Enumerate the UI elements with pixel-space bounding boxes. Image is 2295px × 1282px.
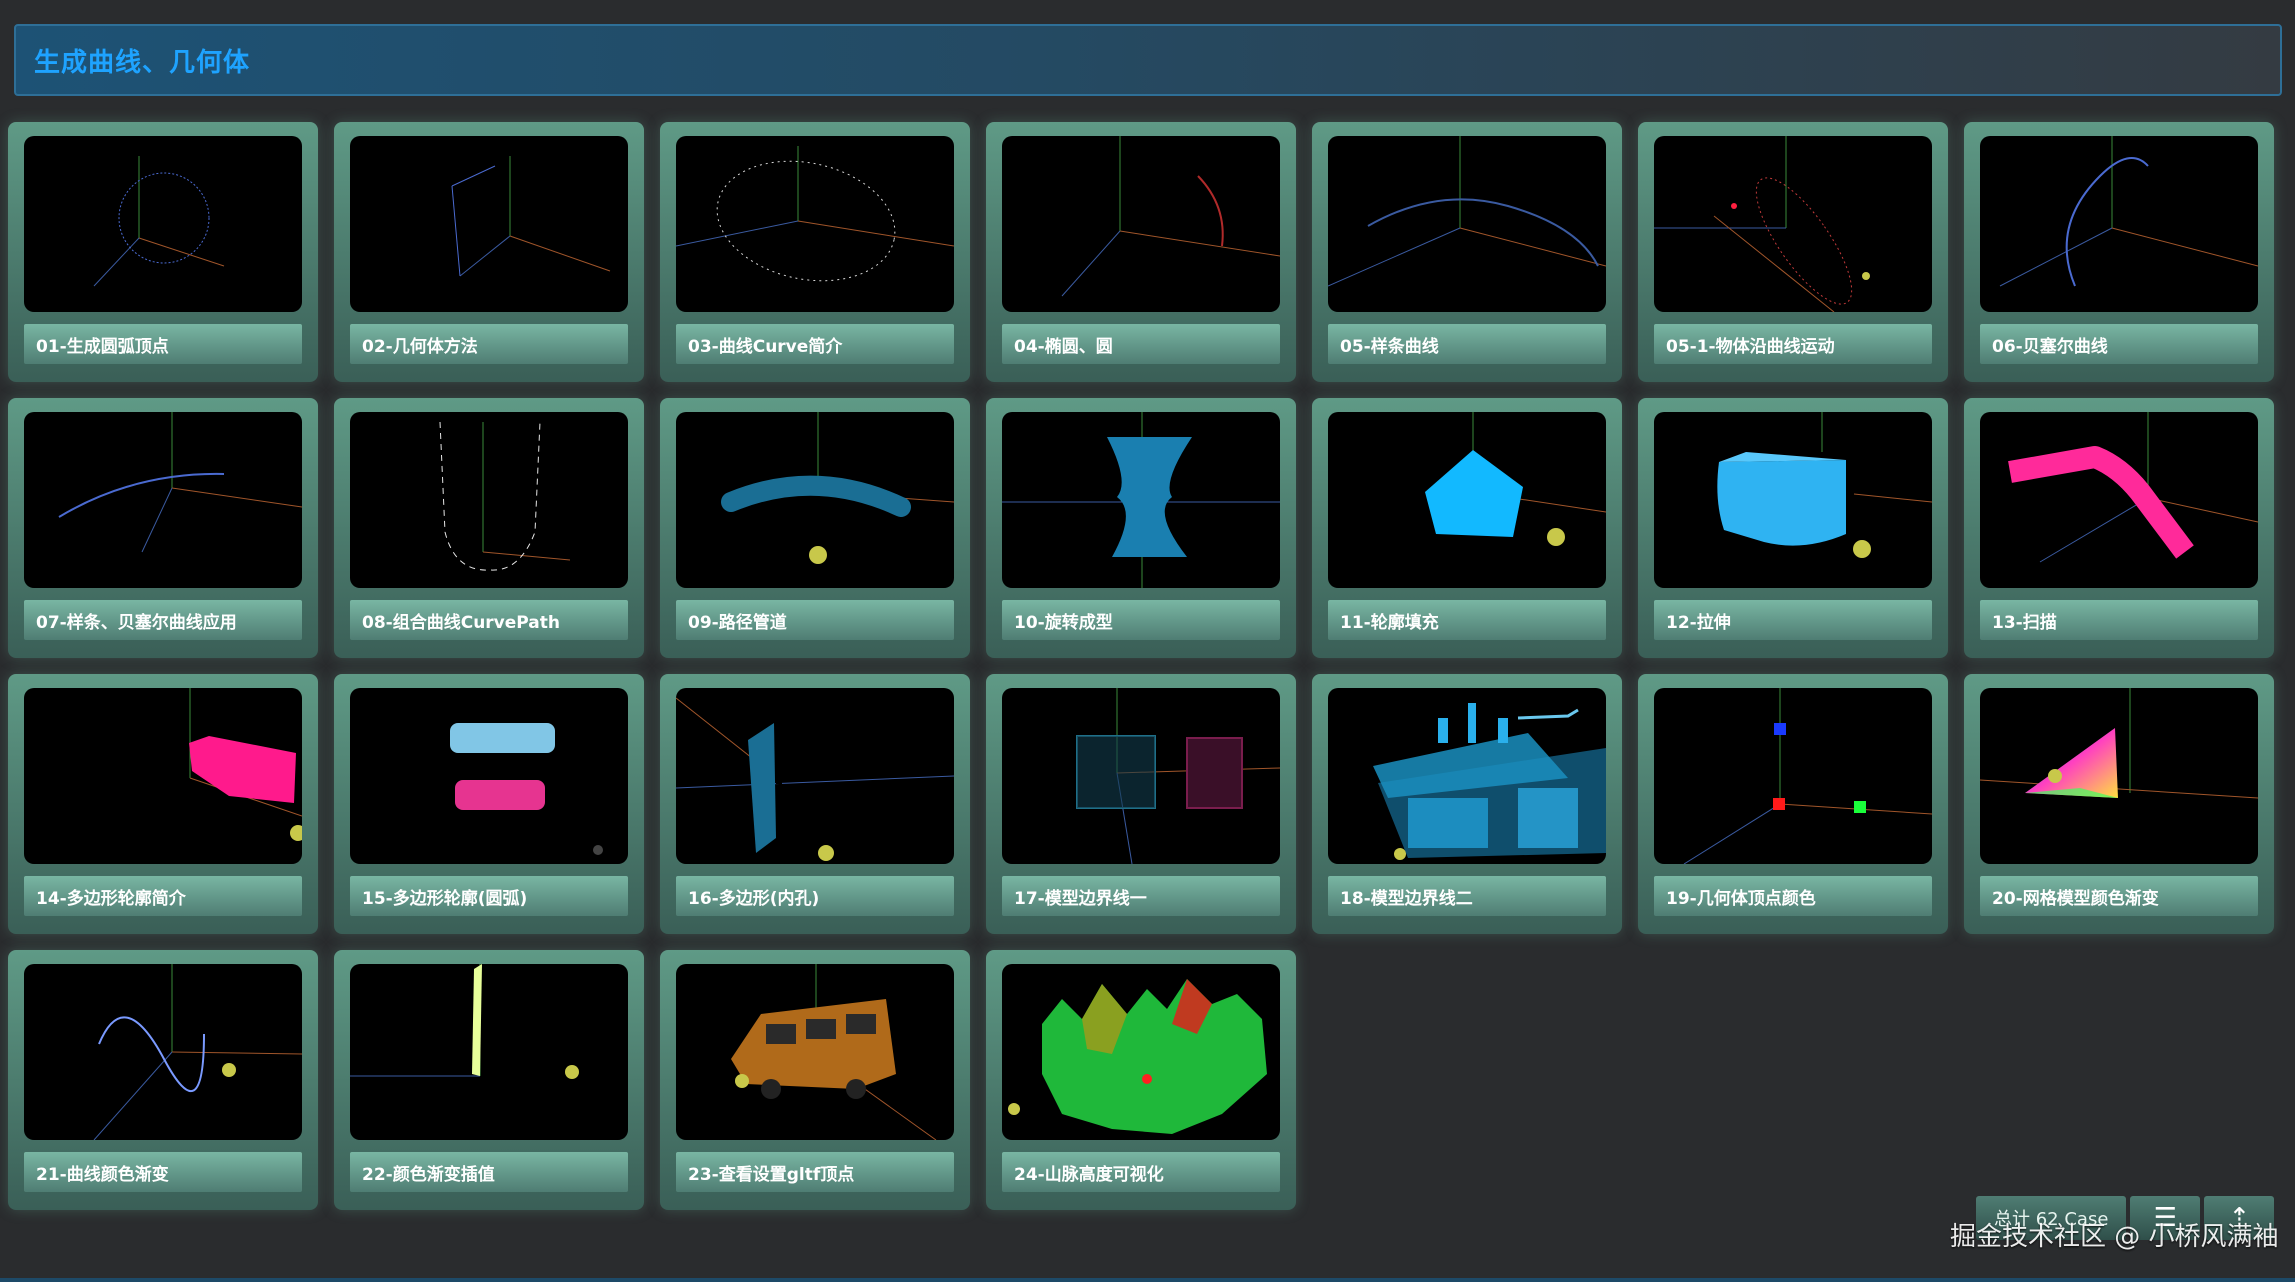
case-thumbnail — [1654, 688, 1932, 864]
case-label: 21-曲线颜色渐变 — [24, 1152, 302, 1192]
case-thumbnail — [1328, 136, 1606, 312]
case-card[interactable]: 14-多边形轮廓简介 — [8, 674, 318, 934]
case-label: 20-网格模型颜色渐变 — [1980, 876, 2258, 916]
case-thumbnail — [350, 964, 628, 1140]
case-label: 07-样条、贝塞尔曲线应用 — [24, 600, 302, 640]
case-label: 19-几何体顶点颜色 — [1654, 876, 1932, 916]
case-card[interactable]: 07-样条、贝塞尔曲线应用 — [8, 398, 318, 658]
case-card[interactable]: 12-拉伸 — [1638, 398, 1948, 658]
case-thumbnail — [1002, 136, 1280, 312]
case-thumbnail — [1002, 688, 1280, 864]
bottom-divider — [0, 1278, 2295, 1282]
case-card[interactable]: 22-颜色渐变插值 — [334, 950, 644, 1210]
case-label: 16-多边形(内孔) — [676, 876, 954, 916]
case-thumbnail — [676, 412, 954, 588]
case-label: 03-曲线Curve简介 — [676, 324, 954, 364]
case-label: 12-拉伸 — [1654, 600, 1932, 640]
case-thumbnail — [1654, 412, 1932, 588]
case-label: 05-样条曲线 — [1328, 324, 1606, 364]
case-thumbnail — [350, 412, 628, 588]
case-thumbnail — [1654, 136, 1932, 312]
case-label: 09-路径管道 — [676, 600, 954, 640]
case-card[interactable]: 05-样条曲线 — [1312, 122, 1622, 382]
case-label: 17-模型边界线一 — [1002, 876, 1280, 916]
case-label: 14-多边形轮廓简介 — [24, 876, 302, 916]
case-thumbnail — [24, 964, 302, 1140]
case-card[interactable]: 01-生成圆弧顶点 — [8, 122, 318, 382]
case-thumbnail — [24, 412, 302, 588]
case-label: 13-扫描 — [1980, 600, 2258, 640]
case-label: 23-查看设置gltf顶点 — [676, 1152, 954, 1192]
case-thumbnail — [350, 136, 628, 312]
case-label: 11-轮廓填充 — [1328, 600, 1606, 640]
case-thumbnail — [24, 688, 302, 864]
case-card[interactable]: 09-路径管道 — [660, 398, 970, 658]
case-card[interactable]: 02-几何体方法 — [334, 122, 644, 382]
case-label: 05-1-物体沿曲线运动 — [1654, 324, 1932, 364]
case-card[interactable]: 24-山脉高度可视化 — [986, 950, 1296, 1210]
case-card[interactable]: 06-贝塞尔曲线 — [1964, 122, 2274, 382]
case-thumbnail — [676, 136, 954, 312]
case-card[interactable]: 11-轮廓填充 — [1312, 398, 1622, 658]
case-card[interactable]: 05-1-物体沿曲线运动 — [1638, 122, 1948, 382]
case-label: 04-椭圆、圆 — [1002, 324, 1280, 364]
case-card[interactable]: 15-多边形轮廓(圆弧) — [334, 674, 644, 934]
case-thumbnail — [1002, 964, 1280, 1140]
case-label: 22-颜色渐变插值 — [350, 1152, 628, 1192]
case-label: 08-组合曲线CurvePath — [350, 600, 628, 640]
case-thumbnail — [1980, 688, 2258, 864]
case-card[interactable]: 08-组合曲线CurvePath — [334, 398, 644, 658]
case-label: 02-几何体方法 — [350, 324, 628, 364]
case-thumbnail — [1328, 412, 1606, 588]
case-card[interactable]: 21-曲线颜色渐变 — [8, 950, 318, 1210]
case-thumbnail — [1980, 412, 2258, 588]
case-card[interactable]: 03-曲线Curve简介 — [660, 122, 970, 382]
case-label: 10-旋转成型 — [1002, 600, 1280, 640]
watermark: 掘金技术社区 @ 小桥风满袖 — [1950, 1222, 2279, 1252]
case-label: 24-山脉高度可视化 — [1002, 1152, 1280, 1192]
case-card[interactable]: 16-多边形(内孔) — [660, 674, 970, 934]
case-thumbnail — [676, 964, 954, 1140]
case-card[interactable]: 23-查看设置gltf顶点 — [660, 950, 970, 1210]
case-label: 01-生成圆弧顶点 — [24, 324, 302, 364]
case-label: 18-模型边界线二 — [1328, 876, 1606, 916]
case-thumbnail — [350, 688, 628, 864]
case-label: 15-多边形轮廓(圆弧) — [350, 876, 628, 916]
case-thumbnail — [676, 688, 954, 864]
page-header: 生成曲线、几何体 — [14, 24, 2282, 96]
case-card[interactable]: 17-模型边界线一 — [986, 674, 1296, 934]
case-label: 06-贝塞尔曲线 — [1980, 324, 2258, 364]
case-card[interactable]: 19-几何体顶点颜色 — [1638, 674, 1948, 934]
page-title: 生成曲线、几何体 — [34, 47, 251, 78]
case-card[interactable]: 04-椭圆、圆 — [986, 122, 1296, 382]
case-card[interactable]: 10-旋转成型 — [986, 398, 1296, 658]
case-thumbnail — [24, 136, 302, 312]
case-card[interactable]: 13-扫描 — [1964, 398, 2274, 658]
case-thumbnail — [1002, 412, 1280, 588]
case-grid: 01-生成圆弧顶点 02-几何体方法 03-曲线Curve简介 04-椭圆、圆 … — [8, 122, 2274, 1210]
case-card[interactable]: 20-网格模型颜色渐变 — [1964, 674, 2274, 934]
case-thumbnail — [1980, 136, 2258, 312]
case-card[interactable]: 18-模型边界线二 — [1312, 674, 1622, 934]
case-thumbnail — [1328, 688, 1606, 864]
